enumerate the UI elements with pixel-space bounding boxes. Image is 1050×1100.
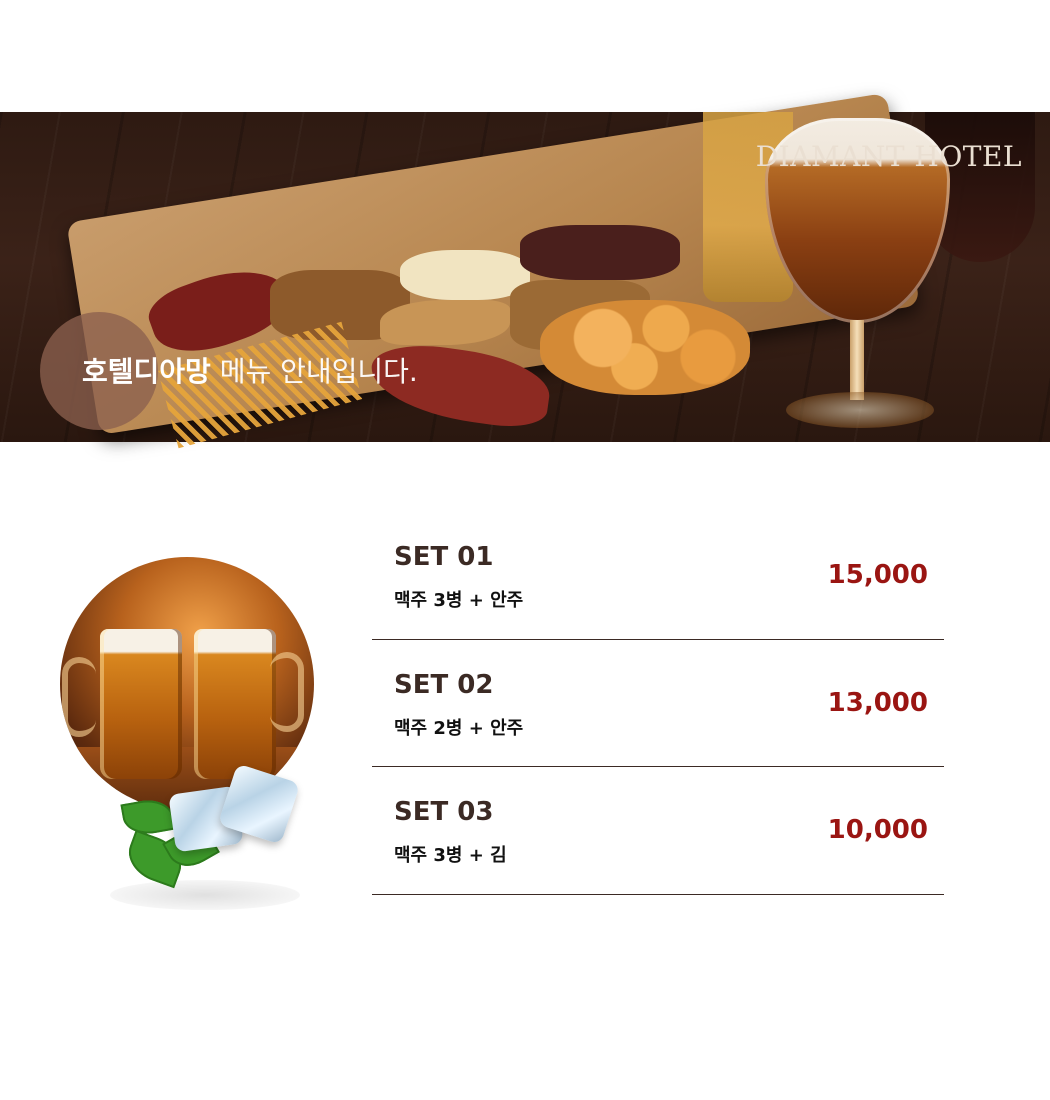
menu-list: SET 01 맥주 3병 + 안주 15,000 SET 02 맥주 2병 + … (372, 512, 944, 895)
hotel-logo-text: DIAMANT HOTEL (755, 140, 1022, 173)
peanuts-image (540, 300, 750, 395)
menu-item-set-03: SET 03 맥주 3병 + 김 10,000 (372, 767, 944, 895)
mug-handle-right (270, 652, 304, 732)
dried-fish-image (380, 300, 510, 345)
banner-tagline: 호텔디아망 메뉴 안내입니다. (82, 350, 418, 390)
photo-shadow (110, 880, 300, 910)
menu-item-price: 13,000 (827, 687, 928, 718)
goblet-foot (786, 392, 934, 428)
menu-item-name: SET 02 (394, 669, 494, 700)
beer-mug-right (194, 629, 276, 779)
mug-handle-left (62, 657, 96, 737)
menu-item-set-01: SET 01 맥주 3병 + 안주 15,000 (372, 512, 944, 640)
menu-item-description: 맥주 3병 + 김 (394, 845, 507, 866)
menu-item-price: 10,000 (827, 815, 928, 845)
menu-item-set-02: SET 02 맥주 2병 + 안주 13,000 (372, 640, 944, 767)
dried-meat-image (520, 225, 680, 280)
beer-mugs-photo (60, 557, 314, 811)
menu-item-name: SET 03 (394, 797, 494, 827)
menu-item-description: 맥주 2병 + 안주 (394, 717, 524, 739)
goblet-stem (850, 320, 864, 400)
menu-item-price: 15,000 (827, 560, 928, 590)
tagline-hotel-name: 호텔디아망 (82, 355, 211, 388)
menu-item-name: SET 01 (394, 542, 494, 572)
tagline-text: 메뉴 안내입니다. (210, 355, 418, 388)
beer-mug-left (100, 629, 182, 779)
menu-item-description: 맥주 3병 + 안주 (394, 590, 524, 611)
